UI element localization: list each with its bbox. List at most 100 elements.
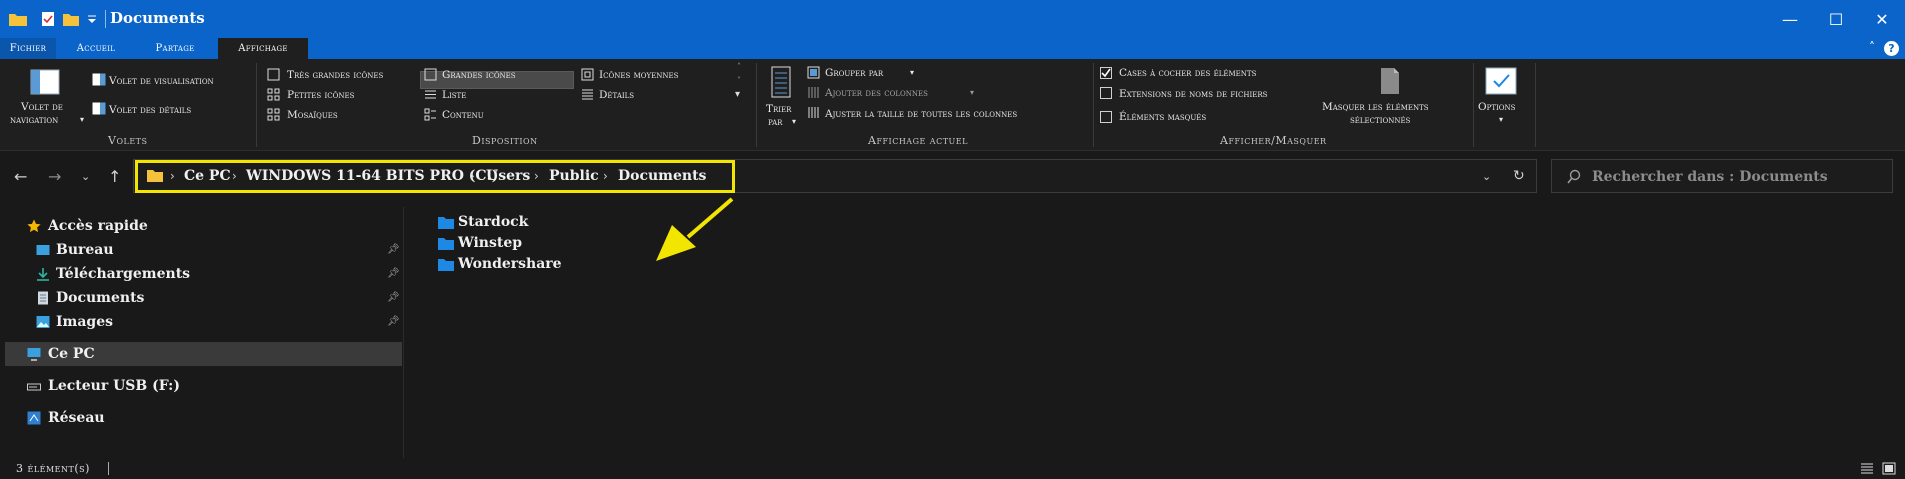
chevron-down-icon: ▾ <box>1499 115 1504 124</box>
nav-quick-access[interactable]: Accès rapide <box>0 214 404 238</box>
content-icon <box>424 108 436 121</box>
nav-label: Ce PC <box>48 346 95 362</box>
folder-icon <box>438 259 454 271</box>
tab-accueil[interactable]: Accueil <box>60 38 132 59</box>
hidden-items-checkbox[interactable] <box>1100 111 1112 123</box>
document-icon <box>38 291 48 305</box>
add-columns-button[interactable]: Ajouter des colonnes <box>825 87 928 99</box>
group-separator <box>1473 63 1474 147</box>
usb-drive-icon <box>27 383 41 391</box>
pin-icon[interactable]: 📌︎ <box>387 316 400 327</box>
status-bar: 3 élément(s) <box>0 458 1905 479</box>
nav-bureau[interactable]: Bureau 📌︎ <box>0 238 404 262</box>
large-icons-view-icon[interactable] <box>1882 462 1896 475</box>
layout-tiles[interactable]: Mosaïques <box>287 109 338 121</box>
navigation-pane: Accès rapide Bureau 📌︎ Téléchargements 📌… <box>0 207 404 458</box>
file-extensions-label[interactable]: Extensions de noms de fichiers <box>1119 88 1267 100</box>
file-extensions-checkbox[interactable] <box>1100 87 1112 99</box>
pin-icon[interactable]: 📌︎ <box>387 244 400 255</box>
search-input[interactable]: Rechercher dans : Documents <box>1551 159 1893 193</box>
collapse-ribbon-icon[interactable]: ˄ <box>1869 40 1875 54</box>
hidden-items-label[interactable]: Éléments masqués <box>1119 111 1206 123</box>
group-label-afficher-masquer: Afficher/Masquer <box>1220 134 1327 147</box>
new-folder-icon[interactable] <box>62 10 80 28</box>
layout-scroll-down-icon[interactable]: ˅ <box>737 75 741 87</box>
maximize-button[interactable]: ☐ <box>1813 0 1859 38</box>
size-columns-icon <box>808 107 819 118</box>
layout-list[interactable]: Liste <box>442 89 466 101</box>
recent-locations-icon[interactable]: ⌄ <box>81 170 90 183</box>
title-separator <box>105 10 106 28</box>
item-checkboxes-checkbox[interactable] <box>1100 67 1112 79</box>
nav-images[interactable]: Images 📌︎ <box>0 310 404 334</box>
desktop-icon <box>36 245 50 255</box>
sort-by-label-2[interactable]: par <box>768 116 782 128</box>
star-icon <box>27 219 41 233</box>
navigation-pane-label-2: navigation <box>10 114 59 126</box>
network-icon <box>27 411 41 425</box>
nav-label: Documents <box>56 290 145 306</box>
add-columns-icon <box>808 87 819 98</box>
properties-icon[interactable] <box>40 10 56 28</box>
chevron-down-icon: ▾ <box>792 117 797 126</box>
customize-toolbar-icon[interactable] <box>86 10 98 28</box>
group-by-icon <box>807 66 820 79</box>
hide-selected-label-2[interactable]: sélectionnés <box>1350 114 1410 126</box>
preview-pane-button[interactable]: Volet de visualisation <box>109 75 214 87</box>
layout-extra-large-icons[interactable]: Très grandes icônes <box>287 69 383 81</box>
group-label-affichage-actuel: Affichage actuel <box>868 134 968 147</box>
close-button[interactable]: ✕ <box>1859 0 1905 38</box>
details-pane-button[interactable]: Volet des détails <box>109 104 191 116</box>
file-name: Wondershare <box>458 256 562 272</box>
up-arrow-icon[interactable]: ↑ <box>108 167 121 186</box>
folder-icon <box>438 217 454 229</box>
check-icon <box>1101 68 1111 78</box>
tab-partage[interactable]: Partage <box>138 38 212 59</box>
group-by-button[interactable]: Grouper par <box>825 67 883 79</box>
minimize-button[interactable]: — <box>1767 0 1813 38</box>
nav-network[interactable]: Réseau <box>0 406 404 430</box>
refresh-icon[interactable]: ↻ <box>1513 168 1525 184</box>
layout-more-icon[interactable]: ▾ <box>735 89 740 101</box>
options-button[interactable]: Options <box>1478 101 1515 113</box>
group-separator <box>256 63 257 147</box>
chevron-down-icon: ▾ <box>80 115 85 124</box>
nav-label: Téléchargements <box>56 266 191 282</box>
address-dropdown-icon[interactable]: ⌄ <box>1482 170 1491 183</box>
group-separator <box>1093 63 1094 147</box>
window-title: Documents <box>110 9 205 27</box>
layout-scroll-up-icon[interactable]: ˄ <box>737 61 741 73</box>
nav-label: Réseau <box>48 410 105 426</box>
nav-this-pc[interactable]: Ce PC <box>5 342 402 366</box>
layout-large-icons[interactable]: Grandes icônes <box>442 69 516 81</box>
layout-details[interactable]: Détails <box>599 89 634 101</box>
medium-icons-icon <box>581 68 594 81</box>
navigation-pane-label-1: Volet de <box>21 101 63 113</box>
layout-small-icons[interactable]: Petites icônes <box>287 89 354 101</box>
item-checkboxes-label[interactable]: Cases à cocher des éléments <box>1119 67 1256 79</box>
address-highlight-annotation <box>135 160 735 193</box>
pin-icon[interactable]: 📌︎ <box>387 292 400 303</box>
nav-label: Images <box>56 314 114 330</box>
pin-icon[interactable]: 📌︎ <box>387 268 400 279</box>
hide-selected-label-1[interactable]: Masquer les éléments <box>1322 101 1429 113</box>
layout-medium-icons[interactable]: Icônes moyennes <box>599 69 678 81</box>
size-all-columns-button[interactable]: Ajuster la taille de toutes les colonnes <box>825 108 1017 120</box>
nav-documents[interactable]: Documents 📌︎ <box>0 286 404 310</box>
layout-content[interactable]: Contenu <box>442 109 484 121</box>
nav-telechargements[interactable]: Téléchargements 📌︎ <box>0 262 404 286</box>
file-name: Stardock <box>458 214 529 230</box>
hide-selected-icon <box>1381 68 1399 94</box>
image-icon <box>36 316 50 328</box>
tab-fichier[interactable]: Fichier <box>0 38 56 59</box>
nav-label: Accès rapide <box>48 218 148 234</box>
details-view-icon[interactable] <box>1860 462 1874 475</box>
tab-affichage[interactable]: Affichage <box>218 38 308 59</box>
help-icon[interactable]: ? <box>1884 41 1899 56</box>
chevron-down-icon: ▾ <box>970 88 975 97</box>
nav-usb-drive[interactable]: Lecteur USB (F:) <box>0 374 404 398</box>
back-arrow-icon[interactable]: ← <box>14 167 27 186</box>
forward-arrow-icon[interactable]: → <box>48 167 61 186</box>
sort-by-label-1[interactable]: Trier <box>766 103 791 115</box>
list-icon <box>425 90 436 99</box>
